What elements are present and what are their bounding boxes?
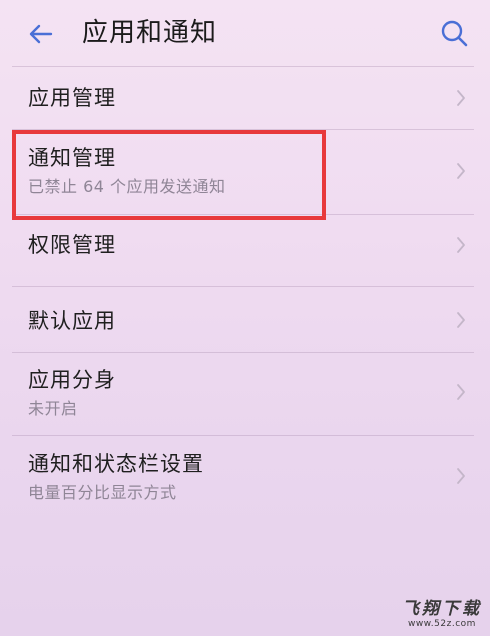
settings-item-title: 权限管理 — [28, 233, 116, 257]
app-bar: 应用和通知 — [0, 0, 490, 66]
settings-item-subtitle: 电量百分比显示方式 — [28, 483, 177, 502]
settings-item-notification-management[interactable]: 通知管理 已禁止 64 个应用发送通知 — [0, 130, 490, 214]
watermark-text: 飞翔下载 — [402, 599, 482, 619]
settings-item-subtitle: 未开启 — [28, 399, 78, 418]
settings-item-title: 应用分身 — [28, 368, 116, 392]
settings-item-permission-management[interactable]: 权限管理 — [0, 215, 490, 275]
settings-item-title: 通知管理 — [28, 146, 116, 170]
search-button[interactable] — [438, 17, 470, 49]
chevron-right-icon — [455, 382, 467, 402]
section-divider — [12, 286, 474, 287]
settings-item-app-management[interactable]: 应用管理 — [0, 67, 490, 129]
chevron-right-icon — [455, 310, 467, 330]
chevron-right-icon — [455, 88, 467, 108]
watermark-logo: 飞翔下载 www.52z.com — [402, 599, 482, 630]
settings-item-title: 通知和状态栏设置 — [28, 452, 204, 476]
watermark-url: www.52z.com — [408, 619, 476, 629]
back-button[interactable] — [26, 19, 56, 49]
settings-item-title: 默认应用 — [28, 309, 116, 333]
back-arrow-icon — [29, 24, 53, 44]
settings-item-default-apps[interactable]: 默认应用 — [0, 290, 490, 352]
settings-item-title: 应用管理 — [28, 86, 116, 110]
settings-item-app-twin[interactable]: 应用分身 未开启 — [0, 353, 490, 435]
settings-item-notification-statusbar[interactable]: 通知和状态栏设置 电量百分比显示方式 — [0, 436, 490, 520]
chevron-right-icon — [455, 161, 467, 181]
chevron-right-icon — [455, 235, 467, 255]
search-icon — [441, 20, 468, 47]
settings-item-subtitle: 已禁止 64 个应用发送通知 — [28, 177, 226, 196]
page-title: 应用和通知 — [82, 18, 218, 48]
chevron-right-icon — [455, 466, 467, 486]
